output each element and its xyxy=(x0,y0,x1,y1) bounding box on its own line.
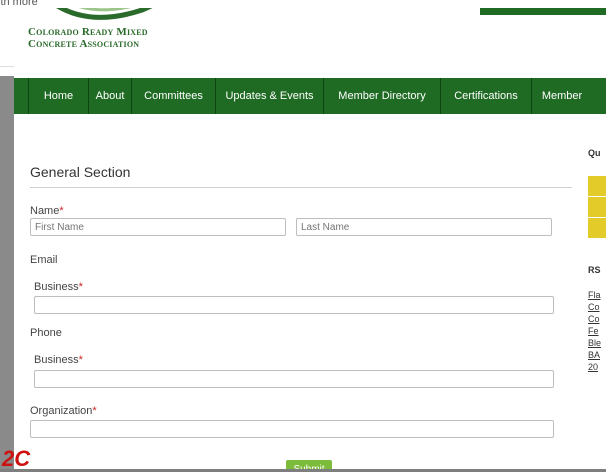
sidebar-heading-rss: RS xyxy=(588,265,601,275)
name-label: Name* xyxy=(30,205,64,217)
header-accent-bar xyxy=(480,8,606,15)
section-title: General Section xyxy=(30,164,131,180)
logo-line-1: Colorado Ready Mixed xyxy=(28,26,148,38)
email-business-label-text: Business xyxy=(34,281,79,293)
first-name-input[interactable] xyxy=(30,218,286,236)
sidebar-button-3[interactable] xyxy=(588,218,606,238)
required-mark: * xyxy=(92,405,97,417)
phone-business-label: Business* xyxy=(34,354,83,366)
required-mark: * xyxy=(59,205,64,217)
email-label: Email xyxy=(30,254,58,266)
email-business-input[interactable] xyxy=(34,296,554,314)
organization-label-text: Organization xyxy=(30,405,93,417)
membership-form-modal: Colorado Ready Mixed Concrete Associatio… xyxy=(14,8,606,469)
main-nav: Home About Committees Updates & Events M… xyxy=(14,78,606,114)
annotation-badge: 2C xyxy=(2,446,31,471)
logo-line-2: Concrete Association xyxy=(28,38,140,50)
association-logo-text[interactable]: Colorado Ready Mixed Concrete Associatio… xyxy=(28,26,148,50)
sidebar-link[interactable]: Ble xyxy=(588,338,601,348)
sidebar-button-2[interactable] xyxy=(588,197,606,217)
sidebar-heading-quick: Qu xyxy=(588,148,601,158)
sidebar-link[interactable]: Fe xyxy=(588,326,599,336)
phone-business-input[interactable] xyxy=(34,370,554,388)
phone-business-label-text: Business xyxy=(34,354,79,366)
organization-input[interactable] xyxy=(30,420,554,438)
nav-member-directory[interactable]: Member Directory xyxy=(324,78,441,114)
sidebar-link[interactable]: BA xyxy=(588,350,600,360)
phone-label: Phone xyxy=(30,327,62,339)
background-overlay-edge xyxy=(0,76,14,469)
nav-updates-events[interactable]: Updates & Events xyxy=(216,78,324,114)
background-snippet-text: ith more xyxy=(0,0,38,8)
sidebar-link[interactable]: Co xyxy=(588,302,600,312)
nav-committees[interactable]: Committees xyxy=(132,78,216,114)
required-mark: * xyxy=(78,354,83,366)
sidebar-link[interactable]: Fla xyxy=(588,290,601,300)
nav-member[interactable]: Member xyxy=(532,78,592,114)
nav-home[interactable]: Home xyxy=(28,78,89,114)
sidebar-button-1[interactable] xyxy=(588,176,606,196)
section-divider xyxy=(30,187,572,188)
last-name-input[interactable] xyxy=(296,218,552,236)
nav-certifications[interactable]: Certifications xyxy=(441,78,532,114)
submit-button[interactable]: Submit xyxy=(286,460,332,469)
required-mark: * xyxy=(78,281,83,293)
association-logo-swoosh-icon xyxy=(56,8,153,20)
email-business-label: Business* xyxy=(34,281,83,293)
sidebar-link[interactable]: 20 xyxy=(588,362,598,372)
nav-about[interactable]: About xyxy=(89,78,132,114)
organization-label: Organization* xyxy=(30,405,97,417)
name-label-text: Name xyxy=(30,205,60,217)
sidebar-link[interactable]: Co xyxy=(588,314,600,324)
